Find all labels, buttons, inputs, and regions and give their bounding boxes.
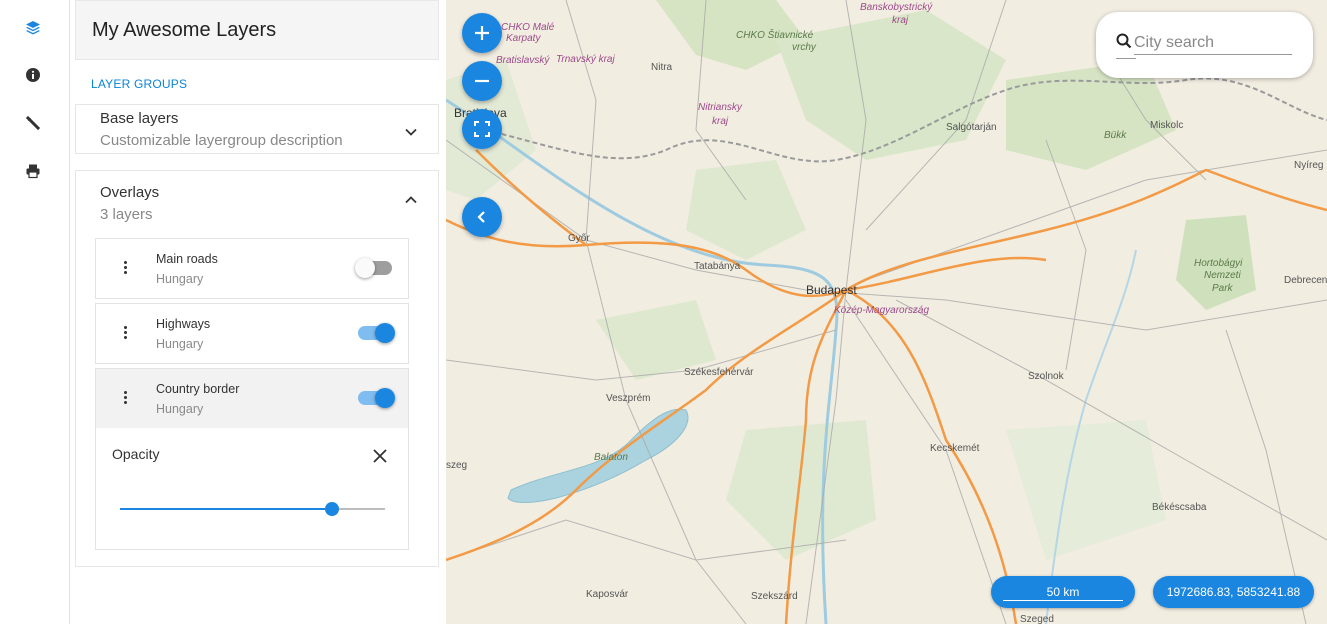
- map-label: Szolnok: [1028, 371, 1064, 382]
- layers-rail-button[interactable]: [20, 15, 46, 41]
- chevron-up-icon[interactable]: [404, 193, 418, 207]
- layer-visibility-toggle[interactable]: [355, 258, 392, 278]
- layer-item-country-border[interactable]: Country border Hungary: [95, 368, 409, 429]
- panel-title: My Awesome Layers: [92, 19, 277, 41]
- layer-item-highways[interactable]: Highways Hungary: [95, 303, 409, 364]
- city-search-input[interactable]: [1134, 32, 1292, 55]
- map-label: Banskobystrický: [860, 2, 933, 13]
- map-label: Miskolc: [1150, 120, 1184, 131]
- chevron-down-icon[interactable]: [404, 125, 418, 139]
- map-label: szeg: [446, 460, 468, 471]
- coordinates-label: 1972686.83, 5853241.88: [1166, 585, 1301, 599]
- map-label: Nyíreg: [1294, 160, 1324, 171]
- map-label: Nitriansky: [698, 102, 742, 113]
- layer-visibility-toggle[interactable]: [358, 323, 395, 343]
- layer-panel: My Awesome Layers LAYER GROUPS Base laye…: [70, 0, 446, 624]
- opacity-label: Opacity: [112, 446, 160, 462]
- map-label: kraj: [712, 116, 729, 127]
- scale-bar: 50 km: [991, 576, 1135, 608]
- map-label: kraj: [892, 15, 909, 26]
- map-label: vrchy: [792, 42, 816, 53]
- layer-subtitle: Hungary: [156, 402, 204, 416]
- map-label: Szeged: [1020, 614, 1054, 624]
- map-label: Budapest: [806, 283, 857, 297]
- opacity-slider-thumb[interactable]: [325, 502, 339, 516]
- panel-header: My Awesome Layers: [75, 0, 439, 60]
- icon-rail: [0, 0, 70, 624]
- map-label: Bükk: [1104, 130, 1127, 141]
- zoom-in-button[interactable]: [462, 13, 502, 53]
- map-label: CHKO Štiavnické: [736, 30, 814, 41]
- close-icon[interactable]: [372, 448, 388, 464]
- map-label: Hortobágyi: [1194, 258, 1243, 269]
- toggle-knob: [375, 388, 395, 408]
- group-title: Base layers: [100, 110, 179, 127]
- map-label: Balaton: [594, 452, 628, 463]
- plus-icon: [475, 26, 489, 40]
- search-underline: [1116, 58, 1136, 59]
- zoom-out-button[interactable]: [462, 61, 502, 101]
- map-label: Nitra: [651, 62, 673, 73]
- layers-icon: [26, 21, 40, 35]
- more-vert-icon[interactable]: [122, 261, 128, 277]
- map-label: Győr: [568, 233, 590, 244]
- map-label: Kecskemét: [930, 443, 980, 454]
- map-label: Bratislavský: [496, 55, 550, 66]
- more-vert-icon[interactable]: [122, 391, 128, 407]
- group-subtitle: 3 layers: [100, 206, 153, 223]
- map-label: Veszprém: [606, 393, 651, 404]
- map-label: Tatabánya: [694, 261, 741, 272]
- map-label: Kaposvár: [586, 589, 629, 600]
- layer-name: Highways: [156, 317, 211, 331]
- info-icon: [26, 68, 40, 82]
- toggle-knob: [355, 258, 375, 278]
- layer-item-main-roads[interactable]: Main roads Hungary: [95, 238, 409, 299]
- minus-icon: [475, 79, 489, 83]
- map-label: Közép-Magyarország: [834, 305, 930, 316]
- map-label: Nemzeti: [1204, 270, 1241, 281]
- map-label: Karpaty: [506, 33, 541, 44]
- group-title: Overlays: [100, 184, 160, 201]
- layer-subtitle: Hungary: [156, 337, 204, 351]
- map-label: CHKO Malé: [501, 22, 555, 33]
- search-icon: [1116, 33, 1132, 49]
- map-view[interactable]: CHKO Malé Karpaty Bratislavský Trnavský …: [446, 0, 1327, 624]
- collapse-panel-button[interactable]: [462, 197, 502, 237]
- measure-rail-button[interactable]: [20, 110, 46, 136]
- scale-label: 50 km: [1046, 585, 1080, 599]
- layer-groups-label: LAYER GROUPS: [91, 77, 188, 91]
- print-icon: [26, 164, 40, 179]
- layer-name: Main roads: [156, 252, 218, 266]
- layer-name: Country border: [156, 382, 240, 396]
- map-label: Székesfehérvár: [684, 367, 754, 378]
- toggle-knob: [375, 323, 395, 343]
- fullscreen-icon: [474, 121, 490, 137]
- group-base-layers[interactable]: Base layers Customizable layergroup desc…: [75, 104, 439, 154]
- map-label: Debrecen: [1284, 275, 1327, 286]
- scale-line: [1003, 600, 1123, 601]
- coordinates-display: 1972686.83, 5853241.88: [1153, 576, 1314, 608]
- opacity-panel: Opacity: [95, 428, 409, 550]
- print-rail-button[interactable]: [20, 158, 46, 184]
- layer-subtitle: Hungary: [156, 272, 204, 286]
- city-search-box: [1096, 12, 1313, 78]
- opacity-slider[interactable]: [120, 502, 385, 516]
- map-label: Park: [1212, 283, 1233, 294]
- measure-icon: [25, 115, 41, 131]
- map-label: Szekszárd: [751, 591, 798, 602]
- layer-visibility-toggle[interactable]: [358, 388, 395, 408]
- map-label: Békéscsaba: [1152, 502, 1207, 513]
- opacity-slider-fill: [120, 508, 332, 510]
- map-label: Salgótarján: [946, 122, 997, 133]
- group-subtitle: Customizable layergroup description: [100, 132, 343, 149]
- map-label: Trnavský kraj: [556, 54, 615, 65]
- chevron-left-icon: [477, 211, 485, 223]
- more-vert-icon[interactable]: [122, 326, 128, 342]
- info-rail-button[interactable]: [20, 62, 46, 88]
- fullscreen-button[interactable]: [462, 109, 502, 149]
